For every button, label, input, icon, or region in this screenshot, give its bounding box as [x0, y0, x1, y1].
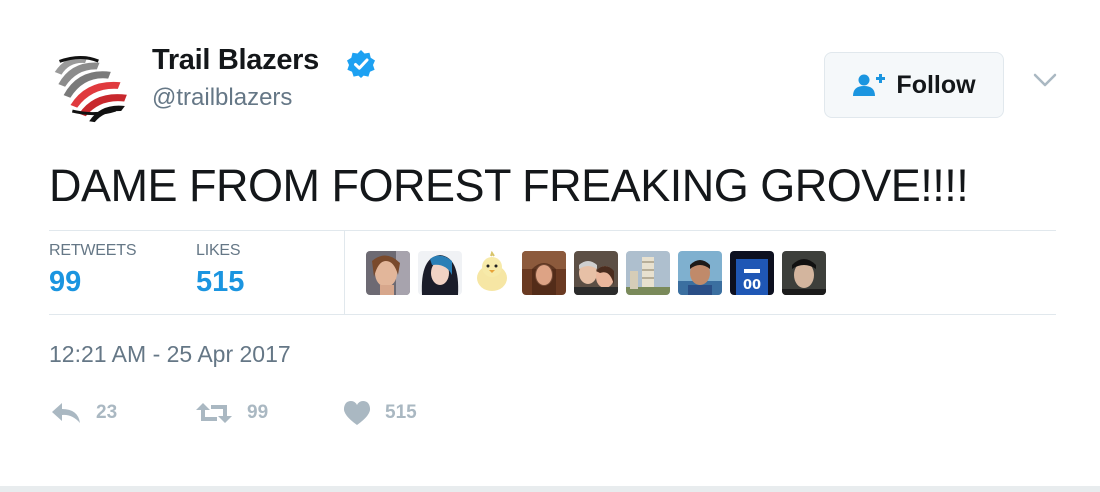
user-name[interactable]: Trail Blazers: [152, 44, 319, 77]
retweets-stat[interactable]: RETWEETS 99: [49, 242, 136, 299]
liker-avatar[interactable]: [626, 251, 670, 295]
liker-avatar[interactable]: 00: [730, 251, 774, 295]
liker-avatar[interactable]: [574, 251, 618, 295]
retweets-count: 99: [49, 266, 82, 298]
like-action[interactable]: 515: [343, 398, 417, 428]
likes-count: 515: [196, 266, 245, 298]
verified-badge-icon: [347, 50, 375, 78]
divider: [49, 314, 1056, 315]
divider: [49, 230, 1056, 231]
retweets-label: RETWEETS: [49, 242, 137, 259]
reply-action[interactable]: 23: [50, 398, 117, 428]
chevron-down-icon[interactable]: [1032, 70, 1058, 90]
likers-avatars: 00: [366, 251, 826, 295]
timestamp[interactable]: 12:21 AM - 25 Apr 2017: [49, 341, 291, 368]
bottom-border: [0, 486, 1100, 492]
like-count: 515: [385, 402, 417, 423]
retweet-count: 99: [247, 402, 269, 423]
liker-avatar[interactable]: [782, 251, 826, 295]
liker-avatar[interactable]: [418, 251, 462, 295]
likes-label: LIKES: [196, 242, 241, 259]
svg-text:00: 00: [743, 278, 761, 293]
likes-stat[interactable]: LIKES 515: [196, 242, 244, 299]
follow-button[interactable]: Follow: [824, 52, 1004, 118]
user-handle[interactable]: @trailblazers: [152, 84, 292, 112]
tweet-text: DAME FROM FOREST FREAKING GROVE!!!!: [49, 160, 969, 211]
heart-icon: [343, 401, 371, 425]
follow-button-label: Follow: [896, 70, 976, 99]
trail-blazers-logo-icon: [50, 43, 130, 125]
tweet-card: Trail Blazers @trailblazers Follow DAME …: [0, 0, 1100, 492]
reply-icon: [52, 403, 80, 423]
divider: [344, 231, 345, 314]
liker-avatar[interactable]: [470, 251, 514, 295]
reply-count: 23: [96, 402, 118, 423]
retweet-action[interactable]: 99: [195, 398, 268, 428]
add-user-icon: [853, 74, 886, 96]
liker-avatar[interactable]: [522, 251, 566, 295]
liker-avatar[interactable]: [366, 251, 410, 295]
avatar[interactable]: [50, 43, 130, 125]
retweet-icon: [196, 403, 232, 423]
liker-avatar[interactable]: [678, 251, 722, 295]
